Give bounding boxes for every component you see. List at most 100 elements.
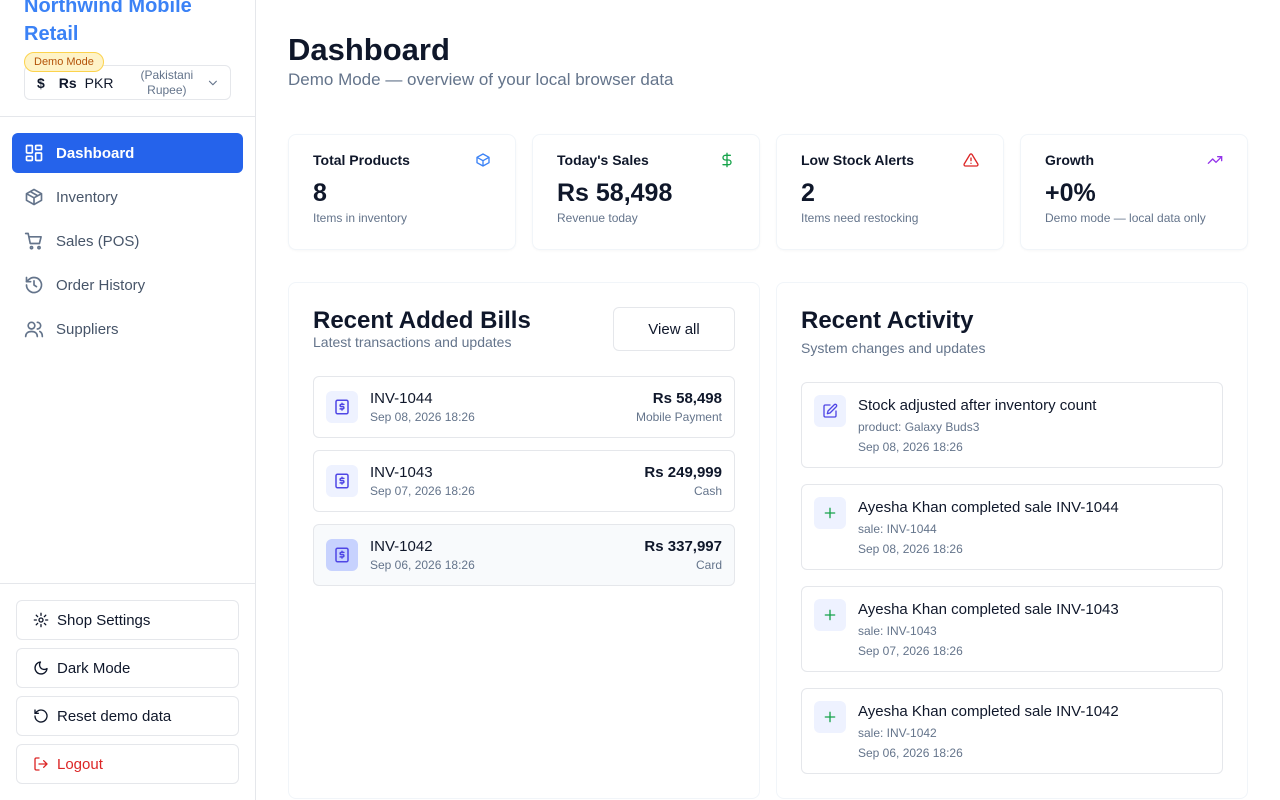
bill-date: Sep 07, 2026 18:26 xyxy=(370,484,475,498)
stat-desc: Demo mode — local data only xyxy=(1045,211,1206,225)
sidebar-item-label: Sales (POS) xyxy=(56,232,140,250)
sidebar-item-label: Order History xyxy=(56,276,146,294)
logout-label: Logout xyxy=(57,755,103,773)
shop-settings-label: Shop Settings xyxy=(57,611,151,629)
bill-invoice: INV-1044 xyxy=(370,390,433,407)
receipt-icon xyxy=(326,391,358,423)
sidebar-item-sales[interactable]: Sales (POS) xyxy=(12,221,243,261)
stat-desc: Revenue today xyxy=(557,211,638,225)
dollar-icon: $ xyxy=(37,74,45,91)
sidebar-bottom-divider xyxy=(0,583,255,584)
activity-date: Sep 08, 2026 18:26 xyxy=(858,542,963,556)
sidebar-nav: Dashboard Inventory Sales (POS) Order Hi… xyxy=(12,133,243,353)
plus-icon xyxy=(814,497,846,529)
bill-invoice: INV-1043 xyxy=(370,464,433,481)
sidebar: Northwind Mobile Retail Demo Mode $ Rs P… xyxy=(0,0,256,800)
currency-code: PKR xyxy=(84,74,114,91)
stat-desc: Items in inventory xyxy=(313,211,408,225)
bill-row[interactable]: INV-1044 Sep 08, 2026 18:26 Rs 58,498 Mo… xyxy=(313,376,735,438)
brand-name: Northwind Mobile Retail xyxy=(24,0,192,45)
activity-item: Stock adjusted after inventory count pro… xyxy=(801,382,1223,468)
stat-label: Total Products xyxy=(313,152,410,168)
activity-item: Ayesha Khan completed sale INV-1042 sale… xyxy=(801,688,1223,774)
bill-invoice: INV-1042 xyxy=(370,538,433,555)
stat-value: 2 xyxy=(801,179,815,207)
users-icon xyxy=(24,321,44,338)
recent-activity-panel: Recent Activity System changes and updat… xyxy=(776,282,1248,799)
dollar-icon xyxy=(722,152,732,168)
currency-symbol: Rs xyxy=(58,74,77,91)
view-all-button[interactable]: View all xyxy=(613,307,735,351)
trending-up-icon xyxy=(1207,156,1223,164)
sidebar-item-suppliers[interactable]: Suppliers xyxy=(12,309,243,349)
stat-desc: Items need restocking xyxy=(801,211,919,225)
reset-demo-button[interactable]: Reset demo data xyxy=(16,696,239,736)
bill-amount: Rs 58,498 xyxy=(652,390,722,407)
receipt-icon xyxy=(326,465,358,497)
plus-icon xyxy=(814,599,846,631)
recent-bills-panel: Recent Added Bills Latest transactions a… xyxy=(288,282,760,799)
bill-method: Card xyxy=(695,558,722,572)
bill-row[interactable]: INV-1043 Sep 07, 2026 18:26 Rs 249,999 C… xyxy=(313,450,735,512)
sidebar-item-label: Inventory xyxy=(56,188,118,206)
chevron-down-icon xyxy=(209,80,218,85)
rotate-ccw-icon xyxy=(34,709,48,723)
sidebar-item-label: Suppliers xyxy=(56,320,119,338)
bill-date: Sep 08, 2026 18:26 xyxy=(370,410,475,424)
activity-detail: sale: INV-1043 xyxy=(858,624,937,638)
plus-icon xyxy=(814,701,846,733)
currency-name: (Pakistani Rupee) xyxy=(140,67,194,97)
activity-item: Ayesha Khan completed sale INV-1043 sale… xyxy=(801,586,1223,672)
package-icon xyxy=(476,153,490,167)
bill-method: Mobile Payment xyxy=(635,410,722,424)
receipt-icon xyxy=(326,539,358,571)
bill-method: Cash xyxy=(693,484,722,498)
activity-date: Sep 06, 2026 18:26 xyxy=(858,746,963,760)
stat-value: +0% xyxy=(1045,179,1096,207)
page-subtitle: Demo Mode — overview of your local brows… xyxy=(288,70,674,89)
activity-detail: sale: INV-1044 xyxy=(858,522,937,536)
activity-detail: product: Galaxy Buds3 xyxy=(858,420,980,434)
dark-mode-button[interactable]: Dark Mode xyxy=(16,648,239,688)
stat-label: Today's Sales xyxy=(557,152,649,168)
moon-icon xyxy=(34,661,48,675)
cart-icon xyxy=(24,232,42,250)
reset-demo-label: Reset demo data xyxy=(57,707,172,725)
recent-activity-title: Recent Activity xyxy=(801,307,974,334)
package-icon xyxy=(25,188,43,206)
alert-triangle-icon xyxy=(963,153,979,167)
stat-card-todays-sales: Today's Sales Rs 58,498 Revenue today xyxy=(532,134,760,250)
stat-card-low-stock: Low Stock Alerts 2 Items need restocking xyxy=(776,134,1004,250)
stat-value: Rs 58,498 xyxy=(557,179,673,207)
activity-title: Ayesha Khan completed sale INV-1043 xyxy=(858,601,1119,618)
shop-settings-button[interactable]: Shop Settings xyxy=(16,600,239,640)
stat-card-total-products: Total Products 8 Items in inventory xyxy=(288,134,516,250)
activity-title: Ayesha Khan completed sale INV-1042 xyxy=(858,703,1119,720)
sidebar-item-label: Dashboard xyxy=(56,144,135,162)
recent-bills-title: Recent Added Bills xyxy=(313,307,531,334)
stat-card-growth: Growth +0% Demo mode — local data only xyxy=(1020,134,1248,250)
activity-item: Ayesha Khan completed sale INV-1044 sale… xyxy=(801,484,1223,570)
bill-amount: Rs 249,999 xyxy=(644,464,722,481)
history-icon xyxy=(25,276,43,294)
bill-row[interactable]: INV-1042 Sep 06, 2026 18:26 Rs 337,997 C… xyxy=(313,524,735,586)
activity-detail: sale: INV-1042 xyxy=(858,726,937,740)
sidebar-item-dashboard[interactable]: Dashboard xyxy=(12,133,243,173)
stat-label: Low Stock Alerts xyxy=(801,152,915,168)
stat-value: 8 xyxy=(313,179,327,207)
page-title: Dashboard xyxy=(288,32,450,67)
recent-bills-subtitle: Latest transactions and updates xyxy=(313,334,512,350)
logout-button[interactable]: Logout xyxy=(16,744,239,784)
dashboard-icon xyxy=(25,144,43,162)
sidebar-divider xyxy=(0,116,255,117)
activity-title: Ayesha Khan completed sale INV-1044 xyxy=(858,499,1119,516)
gear-icon xyxy=(33,612,49,628)
sidebar-item-order-history[interactable]: Order History xyxy=(12,265,243,305)
logout-icon xyxy=(34,757,48,771)
bill-date: Sep 06, 2026 18:26 xyxy=(370,558,475,572)
sidebar-item-inventory[interactable]: Inventory xyxy=(12,177,243,217)
dark-mode-label: Dark Mode xyxy=(57,659,131,677)
stat-label: Growth xyxy=(1045,152,1094,168)
recent-activity-subtitle: System changes and updates xyxy=(801,340,986,356)
activity-date: Sep 07, 2026 18:26 xyxy=(858,644,963,658)
